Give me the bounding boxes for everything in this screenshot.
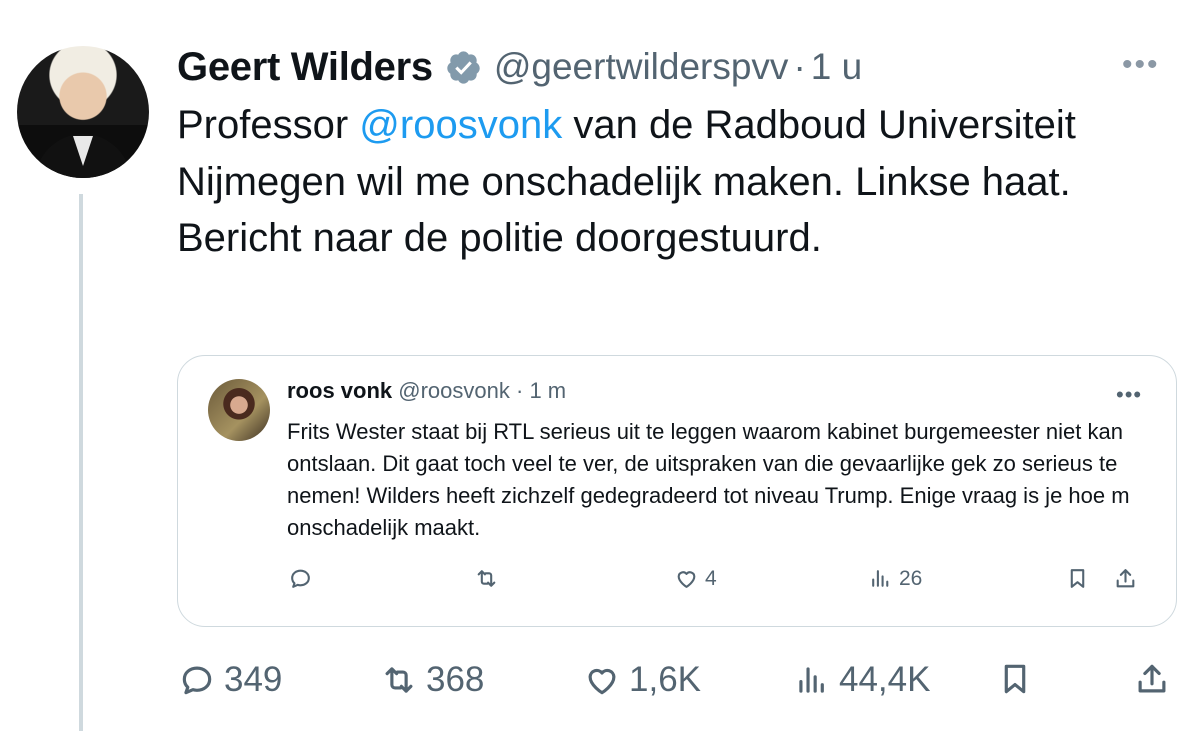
- reply-button[interactable]: 349: [178, 660, 282, 700]
- bookmark-icon: [1004, 664, 1026, 694]
- mention-link[interactable]: @roosvonk: [359, 103, 562, 147]
- share-upload-icon: [1116, 569, 1135, 588]
- views-button[interactable]: 44,4K: [793, 660, 930, 700]
- quote-view-count: 26: [899, 566, 923, 590]
- share-button[interactable]: [1133, 660, 1171, 698]
- quote-author-avatar[interactable]: [208, 379, 270, 441]
- quote-share-button[interactable]: [1113, 566, 1138, 591]
- bookmark-icon: [1070, 569, 1085, 588]
- author-handle[interactable]: @geertwilderspvv: [494, 46, 789, 88]
- tweet-action-bar: 349 368 1,6K 44,4K: [0, 660, 1200, 710]
- bookmark-button[interactable]: [996, 660, 1034, 698]
- separator-dot: ·: [793, 46, 806, 87]
- quote-author-name[interactable]: roos vonk: [287, 378, 392, 403]
- quote-bookmark-button[interactable]: [1065, 566, 1090, 591]
- tweet-text: Professor @roosvonk van de Radboud Unive…: [177, 97, 1167, 267]
- verified-badge-icon: [447, 50, 480, 84]
- quote-like-button[interactable]: 4: [674, 566, 717, 591]
- retweet-arrows-icon: [477, 570, 496, 587]
- quote-text: Frits Wester staat bij RTL serieus uit t…: [287, 419, 1130, 540]
- retweet-button[interactable]: 368: [380, 660, 484, 700]
- tweet-time[interactable]: 1 u: [811, 46, 862, 88]
- heart-icon: [677, 571, 696, 588]
- speech-bubble-icon: [291, 569, 310, 588]
- reply-count: 349: [224, 660, 283, 699]
- more-options-icon[interactable]: •••: [1122, 50, 1160, 80]
- like-button[interactable]: 1,6K: [583, 660, 701, 700]
- tweet-header: Geert Wilders @geertwilderspvv · 1 u: [177, 41, 862, 93]
- quote-more-options-icon[interactable]: •••: [1116, 382, 1142, 408]
- thread-line: [79, 194, 83, 731]
- quote-header: roos vonk @roosvonk · 1 m: [287, 378, 566, 404]
- quote-like-count: 4: [705, 566, 717, 590]
- quoted-tweet[interactable]: roos vonk @roosvonk · 1 m ••• Frits West…: [177, 355, 1177, 627]
- view-count: 44,4K: [839, 660, 931, 699]
- heart-icon: [588, 668, 616, 695]
- quote-retweet-button[interactable]: [474, 566, 499, 591]
- author-avatar[interactable]: [17, 46, 149, 178]
- author-name[interactable]: Geert Wilders: [177, 45, 433, 90]
- retweet-count: 368: [426, 660, 485, 699]
- speech-bubble-icon: [182, 666, 212, 695]
- tweet-text-before: Professor: [177, 103, 360, 147]
- quote-separator-dot: ·: [516, 378, 524, 403]
- quote-views-button[interactable]: 26: [868, 566, 922, 591]
- retweet-arrows-icon: [385, 667, 413, 693]
- quote-author-handle[interactable]: @roosvonk: [398, 378, 510, 403]
- like-count: 1,6K: [629, 660, 701, 699]
- quote-time[interactable]: 1 m: [529, 378, 566, 403]
- share-upload-icon: [1138, 664, 1166, 693]
- quote-reply-button[interactable]: [288, 566, 313, 591]
- bar-chart-icon: [799, 667, 824, 693]
- bar-chart-icon: [872, 570, 889, 587]
- quote-action-bar: 4 26: [178, 566, 1176, 600]
